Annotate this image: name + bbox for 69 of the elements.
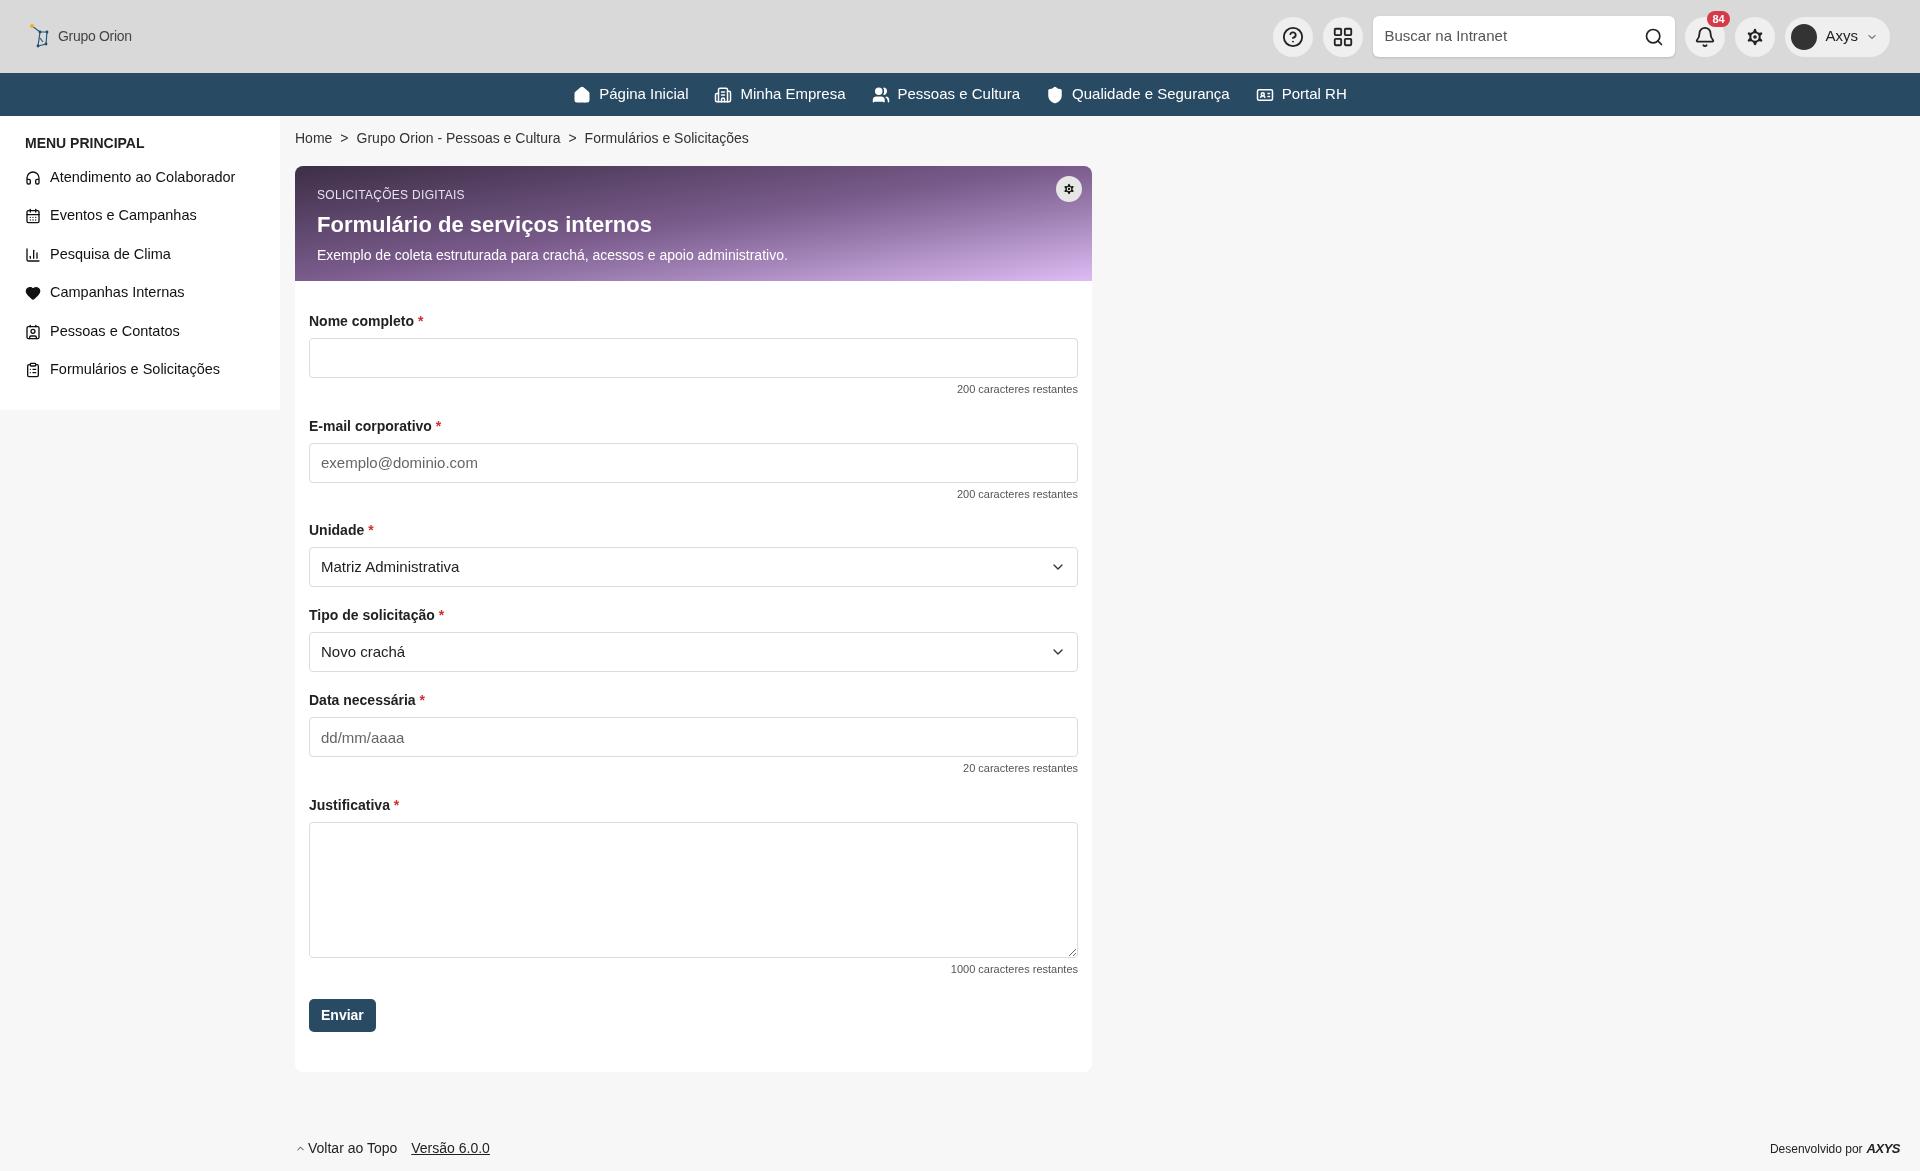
character-counter: 20 caracteres restantes: [963, 761, 1078, 776]
grid-icon: [1332, 25, 1355, 48]
nav-link[interactable]: Minha Empresa: [714, 83, 846, 106]
clipboard-icon: [25, 362, 41, 378]
field-label: Nome completo: [309, 313, 414, 329]
bell-icon: [1694, 25, 1717, 48]
required-mark: *: [368, 522, 374, 538]
notification-count: 84: [1707, 10, 1730, 27]
nav-link[interactable]: Qualidade e Segurança: [1046, 83, 1230, 106]
breadcrumb-link[interactable]: Grupo Orion - Pessoas e Cultura: [356, 127, 561, 149]
notifications-button[interactable]: [1685, 16, 1726, 57]
input-field[interactable]: dd/mm/aaaa: [309, 717, 1078, 757]
character-counter: 1000 caracteres restantes: [950, 961, 1078, 977]
dropdown[interactable]: Matriz Administrativa: [309, 547, 1078, 587]
input-field[interactable]: [309, 338, 1078, 378]
search-input[interactable]: Buscar na Intranet: [1384, 25, 1645, 48]
house-icon: [573, 85, 592, 104]
credit-text: Desenvolvido por: [1769, 1140, 1863, 1158]
gear-icon: [1062, 182, 1076, 196]
required-mark: *: [435, 417, 442, 434]
version-link[interactable]: Versão 6.0.0: [411, 1138, 490, 1159]
banner-subtitle: Exemplo de coleta estruturada para crachá, acessos e apoio administrativo.: [317, 246, 789, 265]
people-icon: [871, 85, 890, 104]
dropdown[interactable]: Novo crachá: [309, 632, 1078, 672]
required-mark: *: [417, 313, 424, 329]
sidebar-item[interactable]: Eventos e Campanhas: [25, 206, 280, 226]
breadcrumb-link[interactable]: Home: [295, 127, 333, 149]
bar-chart-icon: [25, 246, 41, 263]
nav-link[interactable]: Portal RH: [1255, 83, 1347, 106]
search-icon[interactable]: [1644, 26, 1665, 47]
question-mark-icon: [1282, 25, 1305, 48]
required-mark: *: [419, 692, 425, 708]
nav-link[interactable]: Pessoas e Cultura: [871, 83, 1021, 106]
required-mark: *: [438, 607, 445, 623]
shield-icon: [1046, 85, 1065, 104]
sidebar-item[interactable]: Campanhas Internas: [25, 283, 280, 303]
required-mark: *: [393, 796, 400, 813]
banner-eyebrow: SOLICITAÇÕES DIGITAIS: [317, 186, 466, 204]
brand-logo-text: AXYS: [1866, 1139, 1900, 1158]
breadcrumb-link[interactable]: Formulários e Solicitações: [584, 127, 749, 149]
sidebar-item[interactable]: Pesquisa de Clima: [25, 245, 280, 264]
headset-icon: [25, 169, 41, 186]
building-icon: [714, 85, 733, 104]
field-label: Unidade: [309, 522, 365, 538]
heart-icon: [25, 285, 41, 301]
calendar-icon: [25, 208, 41, 224]
logo-text: Grupo Orion: [58, 27, 132, 46]
breadcrumb-separator: >: [568, 128, 577, 148]
sidebar-item[interactable]: Pessoas e Contatos: [25, 322, 280, 341]
search-field[interactable]: Buscar na Intranet: [1373, 16, 1676, 57]
character-counter: 200 caracteres restantes: [956, 382, 1078, 397]
input-field[interactable]: exemplo@dominio.com: [309, 442, 1078, 483]
character-counter: 200 caracteres restantes: [956, 486, 1078, 502]
user-menu-button[interactable]: Axys: [1785, 16, 1890, 57]
field-label: Data necessária: [309, 692, 416, 708]
sidebar-title: MENU PRINCIPAL: [25, 134, 146, 153]
sidebar-item[interactable]: Formulários e Solicitações: [25, 360, 280, 380]
field-label: Tipo de solicitação: [309, 607, 435, 623]
field-label: Justificativa: [309, 796, 390, 813]
sidebar-item[interactable]: Atendimento ao Colaborador: [25, 168, 280, 187]
avatar: [1791, 23, 1818, 50]
back-to-top-link[interactable]: Voltar ao Topo: [295, 1138, 398, 1159]
field-label: E-mail corporativo: [309, 417, 432, 434]
nav-link[interactable]: Página Inicial: [573, 83, 689, 106]
banner-title: Formulário de serviços internos: [317, 211, 653, 239]
breadcrumb-separator: >: [340, 128, 349, 148]
contact-book-icon: [25, 323, 41, 340]
settings-button[interactable]: [1056, 176, 1082, 202]
submit-button[interactable]: Enviar: [309, 999, 376, 1032]
